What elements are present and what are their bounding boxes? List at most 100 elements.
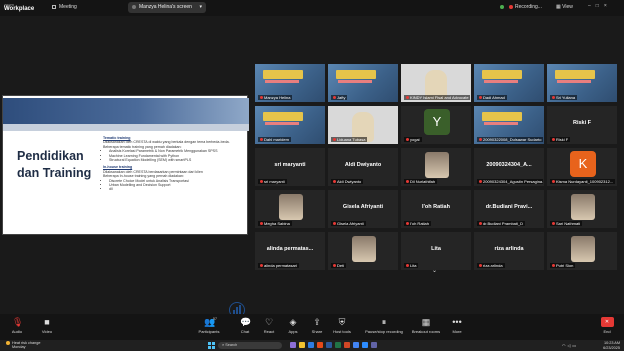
participant-tile[interactable]: 20090322008_Dulsawar Sudarto — [474, 106, 544, 144]
mic-muted-icon — [406, 264, 409, 268]
participant-tile[interactable]: Liduana Tubasa — [328, 106, 398, 144]
participant-tile[interactable]: riza arlinda riza arlinda — [474, 232, 544, 270]
share-icon: ⇪ — [313, 317, 321, 327]
participant-name: Dahl maridem — [258, 137, 291, 142]
more-button[interactable]: ••• More — [442, 317, 472, 334]
chrome-icon[interactable] — [353, 342, 359, 348]
mic-muted-icon — [333, 96, 336, 100]
participant-display-name: Gisela Afriyanti — [342, 204, 384, 210]
mic-muted-icon — [333, 138, 336, 142]
avatar — [132, 4, 136, 9]
zoom-icon[interactable] — [362, 342, 368, 348]
mic-muted-icon — [406, 180, 409, 184]
participant-tile[interactable]: 20090324304_A... 20090324304_Agustin Pers… — [474, 148, 544, 186]
system-tray[interactable]: ◠◁▭ — [562, 343, 578, 348]
mic-muted-icon: 🎙 — [12, 317, 24, 327]
participant-name: Sri Yuliana — [550, 95, 578, 100]
screen-sharing-banner[interactable]: Manzya Helina's screen ▾ — [128, 2, 206, 13]
mic-muted-icon — [260, 264, 263, 268]
participant-name: Manzya Helina — [258, 95, 293, 100]
poster-banner — [338, 80, 372, 83]
participant-display-name: riza arlinda — [494, 246, 524, 252]
participant-tile[interactable]: dr.Budiani Pravi... dr.Budiani Prambati_D — [474, 190, 544, 228]
participant-name: Sari Nathmati — [550, 221, 583, 226]
breakout-rooms-icon: ▦ — [421, 317, 431, 327]
avatar: K — [570, 151, 596, 177]
host-tools-button[interactable]: ⛨ Host tools — [327, 317, 357, 334]
participant-tile[interactable]: alinda permatas... alinda permatasari — [255, 232, 325, 270]
powerpoint-icon[interactable] — [344, 342, 350, 348]
app-icon[interactable] — [290, 342, 296, 348]
participant-tile[interactable]: Yyogai — [401, 106, 471, 144]
poster-banner — [265, 122, 299, 125]
participant-tile[interactable]: I'oh Ratiah I'oh Ratiah — [401, 190, 471, 228]
participant-tile[interactable]: Dahl maridem — [255, 106, 325, 144]
poster-banner — [263, 70, 303, 79]
participant-tile[interactable]: Dadi Ahmad — [474, 64, 544, 102]
close-icon[interactable]: × — [604, 3, 612, 9]
shield-icon: ⛨ — [338, 317, 346, 327]
video-button[interactable]: ■ Video — [32, 317, 62, 334]
title-bar: zoom Workplace Meeting Manzya Helina's s… — [0, 0, 624, 16]
participants-button[interactable]: 👥 57 Participants — [194, 317, 224, 334]
mic-muted-icon — [260, 138, 263, 142]
teams-icon[interactable] — [371, 342, 377, 348]
avatar: Y — [424, 109, 450, 135]
word-icon[interactable] — [326, 342, 332, 348]
participant-tile[interactable]: K Kisma Nurdayanti_100902312... — [547, 148, 617, 186]
end-meeting-button[interactable]: ✕ End — [592, 317, 622, 334]
participant-name: Deti — [331, 263, 347, 268]
windows-start-icon[interactable] — [208, 342, 215, 349]
participant-tile[interactable]: Gisela Afriyanti Gisela Afriyanti — [328, 190, 398, 228]
participant-tile[interactable]: Jafty — [328, 64, 398, 102]
participant-tile[interactable]: sri maryanti sri maryanti — [255, 148, 325, 186]
participant-tile[interactable]: Dil Nurlathifah — [401, 148, 471, 186]
mic-muted-icon — [479, 96, 482, 100]
participant-tile[interactable]: Deti — [328, 232, 398, 270]
profile-picture — [571, 236, 595, 262]
recording-indicator[interactable]: Recording... — [500, 4, 542, 10]
meeting-tab[interactable]: Meeting — [52, 4, 77, 10]
window-controls[interactable]: –□× — [588, 3, 612, 9]
profile-picture — [571, 194, 595, 220]
breakout-rooms-button[interactable]: ▦ Breakout rooms — [406, 317, 446, 334]
chevron-down-icon: ▾ — [199, 4, 202, 10]
participant-tile[interactable]: KINDY Islami Fisal and Advocate — [401, 64, 471, 102]
participant-name: 20090322008_Dulsawar Sudarto — [477, 137, 543, 142]
participant-tile[interactable]: Aldi Dwiyanto Aldi Dwiyanto — [328, 148, 398, 186]
view-button[interactable]: ▦ View — [556, 4, 573, 10]
participant-name: alinda permatasari — [258, 263, 299, 268]
mic-muted-icon — [479, 222, 482, 226]
poster-banner — [263, 112, 303, 121]
profile-picture — [352, 236, 376, 262]
participant-tile[interactable]: Sri Yuliana — [547, 64, 617, 102]
chevron-down-icon[interactable]: ⌄ — [432, 267, 437, 274]
taskbar-search[interactable]: ⌕ Search — [218, 342, 282, 349]
mic-muted-icon — [479, 264, 482, 268]
participant-tile[interactable]: Manzya Helina — [255, 64, 325, 102]
participant-tile[interactable]: Putri Sion — [547, 232, 617, 270]
clock[interactable]: 10:23 AM 6/23/2025 — [592, 341, 620, 350]
edge-icon[interactable] — [308, 342, 314, 348]
chat-icon: 💬 — [240, 317, 252, 327]
participant-tile[interactable]: Sari Nathmati — [547, 190, 617, 228]
meeting-toolbar: 🎙 Audio ■ Video 👥 57 Participants 💬 Chat ♡ Rea… — [0, 314, 624, 340]
participant-name: 20090324304_Agustin Persagina... — [477, 179, 543, 184]
pause-icon: ⏸ — [381, 317, 387, 327]
mic-muted-icon — [333, 180, 336, 184]
participant-tile[interactable]: Riski F Riski F — [547, 106, 617, 144]
mic-muted-icon — [333, 222, 336, 226]
zoom-logo: zoom Workplace — [4, 2, 35, 12]
shared-slide: Pendidikan dan Training Tematic training… — [2, 95, 249, 322]
app-icon[interactable] — [317, 342, 323, 348]
folder-icon[interactable] — [299, 342, 305, 348]
sun-icon — [6, 341, 10, 345]
excel-icon[interactable] — [335, 342, 341, 348]
maximize-icon[interactable]: □ — [596, 3, 604, 9]
pause-recording-button[interactable]: ⏸ Pause/stop recording — [362, 317, 406, 334]
participant-tile[interactable]: Megha Sabina — [255, 190, 325, 228]
participant-tile[interactable]: Lita Lita — [401, 232, 471, 270]
audio-button[interactable]: 🎙 Audio — [2, 317, 32, 334]
minimize-icon[interactable]: – — [588, 3, 596, 9]
weather-widget[interactable]: Heat risk change Monday — [6, 341, 41, 349]
